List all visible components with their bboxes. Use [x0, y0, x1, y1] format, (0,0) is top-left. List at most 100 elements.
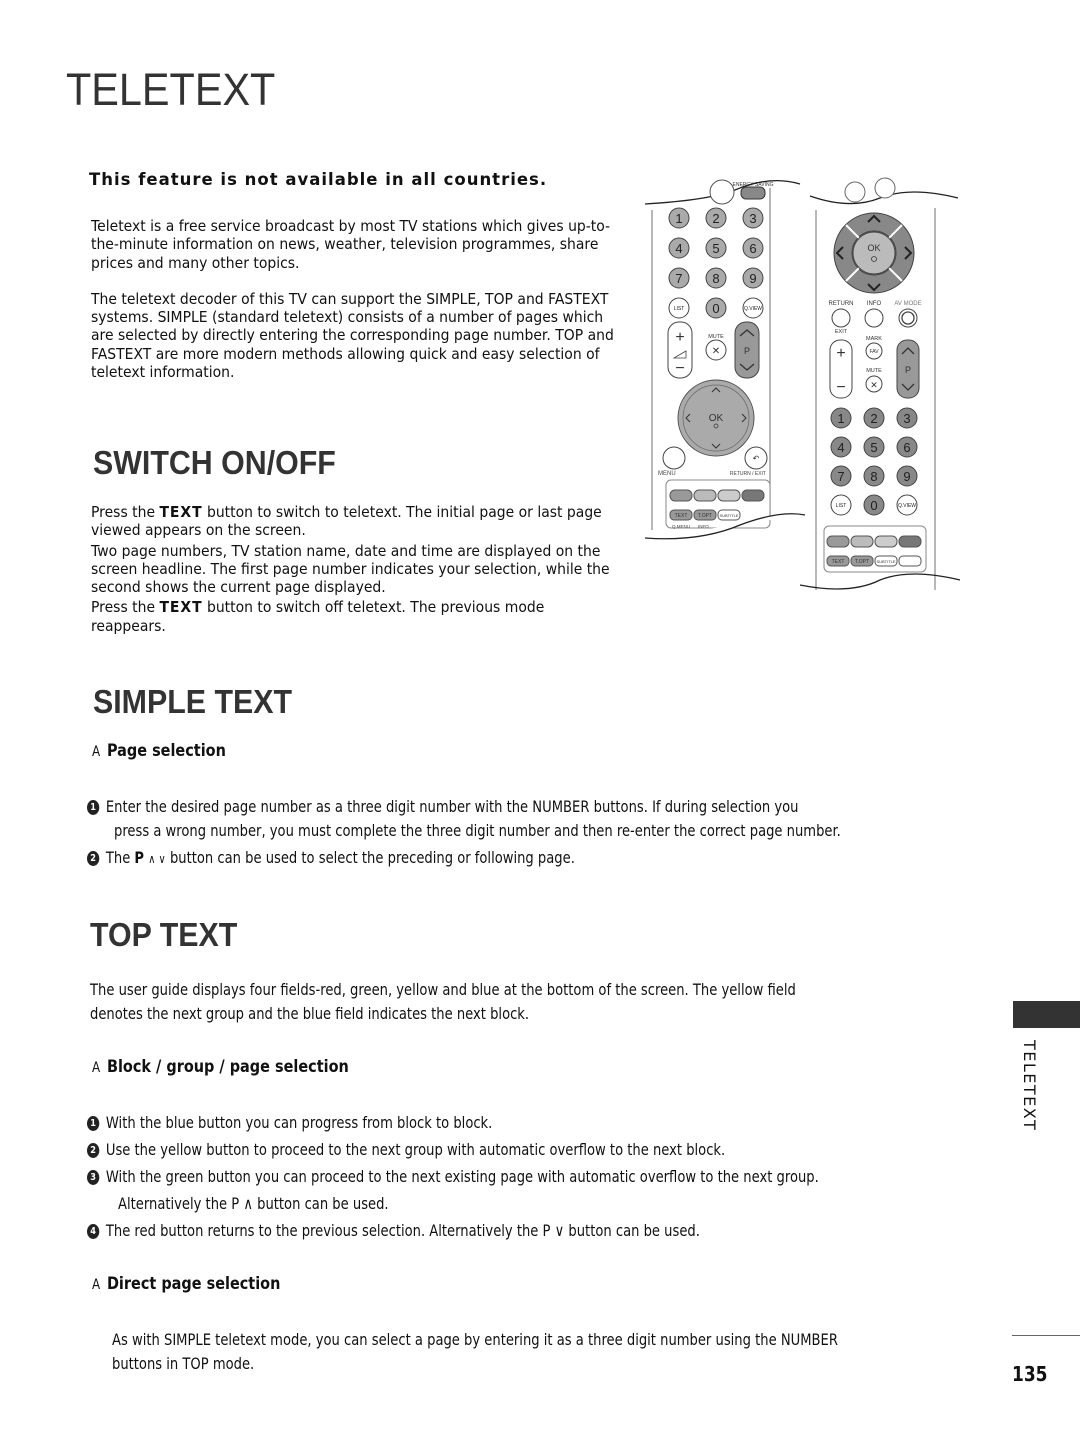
- direct-page-heading: A Direct page selection: [92, 1274, 280, 1294]
- mute-label: MUTE: [708, 334, 724, 340]
- remote-key-label: 8: [712, 271, 719, 286]
- step-text: Enter the desired page number as a three…: [105, 797, 799, 816]
- svg-text:+: +: [675, 329, 684, 346]
- remote-key-label: LIST: [836, 503, 847, 509]
- svg-text:↶: ↶: [753, 454, 760, 463]
- p-keyword: P: [134, 848, 145, 867]
- page-selection-heading: A Page selection: [92, 741, 226, 761]
- remote-key-label: 9: [903, 469, 910, 484]
- intro-paragraph-2: The teletext decoder of this TV can supp…: [91, 289, 614, 382]
- text: Press the: [91, 598, 160, 617]
- svg-text:−: −: [836, 379, 845, 396]
- top-intro-line-1: The user guide displays four fields-red,…: [90, 980, 796, 999]
- switch-paragraph-3: Press the TEXT button to switch off tele…: [91, 598, 616, 635]
- remote-key-label: 5: [870, 440, 877, 455]
- direct-text-line-1: As with SIMPLE teletext mode, you can se…: [112, 1330, 838, 1349]
- step-text: button can be used to select the precedi…: [165, 848, 575, 867]
- list-item: 1 Enter the desired page number as a thre…: [87, 797, 798, 816]
- text-button-keyword: TEXT: [159, 598, 203, 617]
- section-marker: A: [92, 1277, 101, 1293]
- remote-key-label: 2: [712, 211, 719, 226]
- step-text: With the blue button you can progress fr…: [105, 1113, 493, 1132]
- remote-key-label: 6: [749, 241, 756, 256]
- remote-key-label: 9: [749, 271, 756, 286]
- text: Press the: [91, 503, 160, 521]
- switch-paragraph-1: Press the TEXT button to switch to telet…: [91, 503, 616, 540]
- step-number-badge: 2: [87, 1143, 100, 1158]
- subtitle-button-label: SUBTITLE: [719, 513, 738, 518]
- switch-section-body: Press the TEXT button to switch to telet…: [91, 503, 616, 635]
- top-intro-line-2: denotes the next group and the blue fiel…: [90, 1004, 530, 1023]
- mark-label: MARK: [866, 336, 882, 342]
- chevron-up-down-icon: ∧ ∨: [148, 852, 166, 866]
- list-item: 3 With the green button you can proceed t…: [87, 1167, 819, 1186]
- left-number-pad: 1 2 3 4 5 6 7 8 9 LIST 0 Q.VIEW: [668, 207, 764, 319]
- switch-section-title: SWITCH ON/OFF: [93, 444, 336, 481]
- section-marker: A: [92, 1060, 101, 1076]
- step-number-badge: 3: [87, 1170, 100, 1185]
- remote-key-label: 4: [837, 440, 844, 455]
- page-number: 135: [1012, 1362, 1048, 1386]
- block-group-page-heading: A Block / group / page selection: [92, 1057, 349, 1077]
- side-tab-label: TELETEXT: [1013, 1040, 1043, 1150]
- subheading-text: Block / group / page selection: [106, 1057, 349, 1077]
- page-title: TELETEXT: [66, 64, 276, 115]
- side-tab-text: TELETEXT: [1020, 1040, 1039, 1132]
- remote-key-label: 0: [712, 301, 719, 316]
- subheading-text: Page selection: [106, 741, 226, 761]
- qmenu-label: Q.MENU: [672, 524, 690, 529]
- direct-text-line-2: buttons in TOP mode.: [112, 1354, 255, 1373]
- info-label: INFO: [867, 301, 882, 307]
- info-label: INFO: [698, 524, 709, 529]
- remote-key-label: 8: [870, 469, 877, 484]
- remote-left: ENERGY SAVING 1 2 3 4 5 6 7 8 9 LIST 0 Q.VIEW + − M…: [644, 179, 806, 540]
- text-button-label: TEXT: [675, 513, 688, 519]
- remote-key-label: 5: [712, 241, 719, 256]
- subheading-text: Direct page selection: [106, 1274, 281, 1294]
- remote-key-label: Q.VIEW: [898, 503, 916, 509]
- ok-label: OK: [709, 413, 724, 424]
- fav-label: FAV: [869, 349, 879, 355]
- av-mode-label: AV MODE: [894, 301, 921, 307]
- remote-key-label: 6: [903, 440, 910, 455]
- list-item: 4 The red button returns to the previous …: [87, 1221, 700, 1240]
- right-number-pad: 1 2 3 4 5 6 7 8 9 LIST 0 Q.VIEW: [830, 407, 918, 516]
- list-item: 2 The P ∧ ∨ button can be used to select …: [87, 848, 575, 867]
- remote-key-label: 2: [870, 411, 877, 426]
- step-text: The red button returns to the previous s…: [105, 1221, 700, 1240]
- topt-button-label: T.OPT: [855, 559, 869, 565]
- step-number-badge: 2: [87, 851, 100, 866]
- remote-control-illustrations: ENERGY SAVING 1 2 3 4 5 6 7 8 9 LIST 0 Q.VIEW + − M…: [644, 177, 961, 590]
- topt-button-label: T.OPT: [698, 513, 712, 519]
- remote-key-label: 1: [837, 411, 844, 426]
- switch-paragraph-2: Two page numbers, TV station name, date …: [91, 541, 610, 597]
- energy-saving-label: ENERGY SAVING: [733, 182, 774, 188]
- intro-paragraph-1: Teletext is a free service broadcast by …: [91, 217, 611, 272]
- remote-key-label: Q.VIEW: [744, 306, 762, 312]
- step-text: The: [105, 848, 135, 867]
- remote-key-label: 1: [675, 211, 682, 226]
- list-item-continuation: press a wrong number, you must complete …: [114, 821, 841, 840]
- ok-label: OK: [867, 243, 880, 253]
- remote-right: OK RETURN INFO AV MODE EXIT + − MARK FAV…: [799, 177, 961, 590]
- list-item: 2 Use the yellow button to proceed to the…: [87, 1140, 725, 1159]
- text-button-keyword: TEXT: [159, 503, 203, 521]
- simple-section-title: SIMPLE TEXT: [93, 683, 293, 720]
- remote-key-label: 4: [675, 241, 682, 256]
- step-number-badge: 4: [87, 1224, 100, 1239]
- svg-text:+: +: [836, 345, 845, 362]
- section-marker: A: [92, 744, 101, 760]
- availability-note: This feature is not available in all cou…: [89, 170, 548, 189]
- remote-key-label: LIST: [674, 306, 685, 312]
- svg-text:−: −: [675, 360, 684, 377]
- return-label: RETURN / EXIT: [730, 471, 766, 477]
- side-tab-bar: [1013, 1001, 1080, 1028]
- list-item-continuation: Alternatively the P ∧ button can be used…: [118, 1194, 389, 1213]
- remote-key-label: 7: [675, 271, 682, 286]
- step-number-badge: 1: [87, 800, 100, 815]
- exit-label: EXIT: [835, 329, 848, 335]
- remote-key-label: 3: [749, 211, 756, 226]
- step-text: With the green button you can proceed to…: [105, 1167, 819, 1186]
- top-section-title: TOP TEXT: [90, 916, 238, 953]
- svg-text:✕: ✕: [712, 346, 720, 357]
